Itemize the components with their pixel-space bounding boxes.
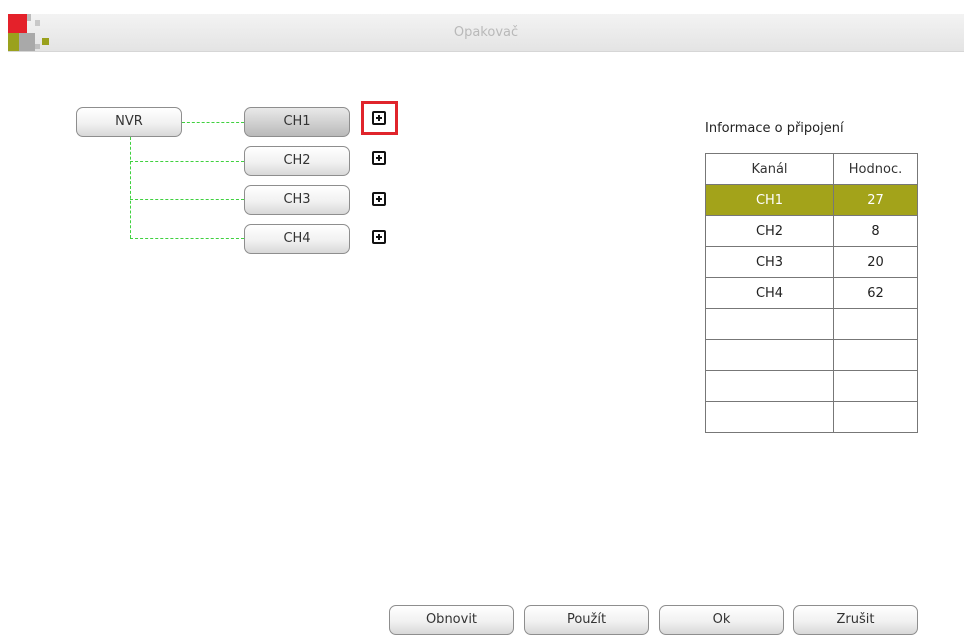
expand-ch2-icon[interactable] (372, 151, 386, 165)
title-bar: Opakovač (8, 14, 964, 52)
row-score: 62 (833, 277, 918, 309)
refresh-button[interactable]: Obnovit (389, 605, 514, 635)
row-channel: CH3 (705, 246, 834, 278)
empty-row (705, 370, 918, 402)
row-score: 20 (833, 246, 918, 278)
table-row[interactable]: CH3 20 (705, 246, 918, 278)
row-score: 8 (833, 215, 918, 247)
row-channel: CH4 (705, 277, 834, 309)
expand-ch1-icon[interactable] (372, 111, 386, 125)
row-channel: CH2 (705, 215, 834, 247)
table-header-row: Kanál Hodnoc. (705, 153, 918, 185)
channel-node-ch1[interactable]: CH1 (244, 107, 350, 137)
expand-ch3-icon[interactable] (372, 192, 386, 206)
apply-button[interactable]: Použít (524, 605, 649, 635)
repeater-window: Opakovač NVR CH1 CH2 CH3 CH4 Informace o… (8, 14, 964, 644)
ok-button[interactable]: Ok (659, 605, 784, 635)
connection-info-title: Informace o připojení (705, 121, 844, 136)
empty-row (705, 339, 918, 371)
header-score: Hodnoc. (833, 153, 918, 185)
expand-ch4-icon[interactable] (372, 230, 386, 244)
link-nvr-ch1 (182, 122, 244, 123)
table-row[interactable]: CH4 62 (705, 277, 918, 309)
link-ch2 (130, 161, 244, 162)
row-channel: CH1 (705, 184, 834, 216)
empty-row (705, 401, 918, 433)
link-trunk (130, 137, 131, 238)
channel-node-ch3[interactable]: CH3 (244, 185, 350, 215)
header-channel: Kanál (705, 153, 834, 185)
channel-node-ch4[interactable]: CH4 (244, 224, 350, 254)
nvr-node[interactable]: NVR (76, 107, 182, 137)
row-score: 27 (833, 184, 918, 216)
link-ch3 (130, 199, 244, 200)
channel-node-ch2[interactable]: CH2 (244, 146, 350, 176)
connection-info-table: Kanál Hodnoc. CH1 27 CH2 8 CH3 20 CH4 62 (705, 153, 918, 433)
link-ch4 (130, 238, 244, 239)
table-row[interactable]: CH2 8 (705, 215, 918, 247)
empty-row (705, 308, 918, 340)
table-row[interactable]: CH1 27 (705, 184, 918, 216)
cancel-button[interactable]: Zrušit (793, 605, 918, 635)
window-title: Opakovač (453, 25, 519, 40)
